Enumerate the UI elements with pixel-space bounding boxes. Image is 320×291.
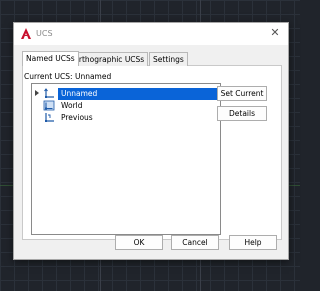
tree-item-unnamed[interactable]: Unnamed xyxy=(32,88,218,100)
previous-ucs-icon xyxy=(45,113,54,122)
dialog-titlebar[interactable]: UCS ✕ xyxy=(14,23,288,45)
tab-named-ucss[interactable]: Named UCSs xyxy=(22,51,79,66)
close-icon[interactable]: ✕ xyxy=(269,27,281,39)
current-ucs-label: Current UCS: Unnamed xyxy=(24,72,112,81)
tree-item-label: Unnamed xyxy=(61,89,98,98)
tree-item-previous[interactable]: Previous xyxy=(32,112,218,124)
expand-arrow-icon[interactable] xyxy=(35,90,39,96)
tree-item-label: Previous xyxy=(61,113,93,122)
tree-item-label: World xyxy=(61,101,83,110)
ok-button[interactable]: OK xyxy=(115,235,163,250)
ucs-tree[interactable]: Unnamed World Previous xyxy=(31,83,221,235)
tab-settings[interactable]: Settings xyxy=(149,52,188,66)
world-ucs-icon xyxy=(43,100,55,111)
help-button[interactable]: Help xyxy=(229,235,277,250)
ucs-axes-icon xyxy=(44,88,54,98)
ucs-dialog: UCS ✕ Named UCSs Orthographic UCSs Setti… xyxy=(13,22,289,260)
dialog-title: UCS xyxy=(36,29,53,38)
tab-orthographic-ucss[interactable]: Orthographic UCSs xyxy=(69,52,149,66)
set-current-button[interactable]: Set Current xyxy=(217,86,267,101)
tree-item-world[interactable]: World xyxy=(32,100,218,112)
autocad-logo-icon xyxy=(21,28,31,39)
cancel-button[interactable]: Cancel xyxy=(171,235,219,250)
details-button[interactable]: Details xyxy=(217,106,267,121)
